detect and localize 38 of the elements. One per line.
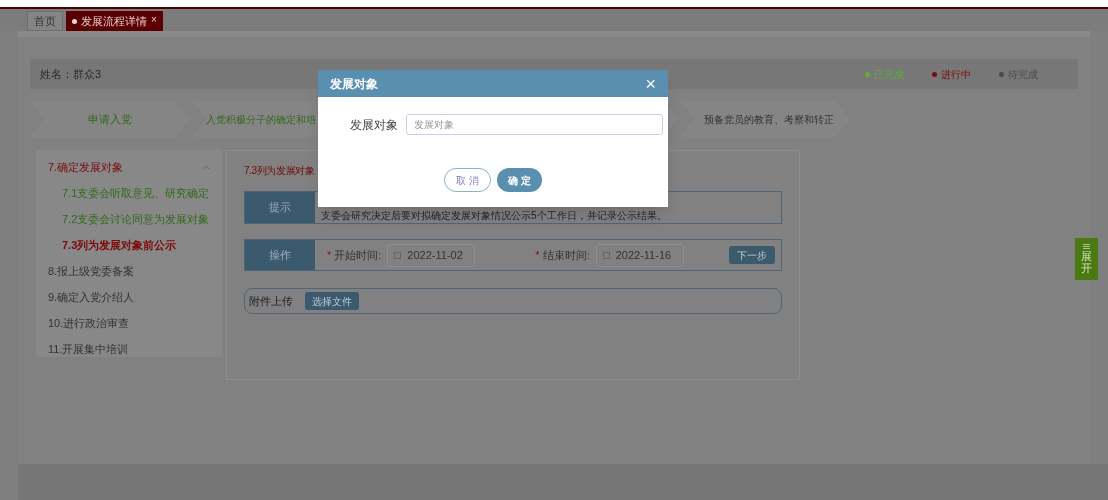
sidebar-item[interactable]: 8.报上级党委备案 [36, 258, 222, 284]
sidebar-item[interactable]: 11.开展集中培训 [36, 336, 222, 362]
confirm-button[interactable]: 确 定 [497, 168, 542, 192]
sidebar-item[interactable]: 9.确定入党介绍人 [36, 284, 222, 310]
dialog-title: 发展对象 [330, 75, 378, 93]
hint-label: 提示 [245, 192, 315, 223]
close-button[interactable]: × [645, 74, 656, 93]
required-mark: * [327, 247, 332, 263]
date-field[interactable]: 2022-11-16 [595, 243, 684, 267]
field-label: 开始时间: [334, 247, 382, 263]
field-label: 结束时间: [542, 247, 590, 263]
hint-text: 支委会研究决定后要对拟确定发展对象情况公示5个工作日，并记录公示结果。 [321, 209, 667, 223]
operation-label: 操作 [245, 240, 315, 270]
attachment-label: 附件上传 [249, 293, 293, 309]
page-tab[interactable]: 发展流程详情 × [66, 11, 163, 31]
legend-label: 进行中 [941, 67, 971, 82]
menu-icon [1083, 243, 1090, 249]
required-mark: * [535, 247, 540, 263]
process-step[interactable]: 预备党员的教育、考察和转正 [680, 101, 850, 137]
sidebar-item[interactable]: 7.3列为发展对象前公示 [36, 232, 222, 258]
sidebar-item[interactable]: 7.确定发展对象 [36, 154, 222, 180]
text-field[interactable]: 发展对象 [406, 114, 663, 135]
section-title: 7.3列为发展对象 [244, 164, 315, 178]
sidebar-item[interactable]: 10.进行政治审查 [36, 310, 222, 336]
close-icon[interactable]: × [151, 11, 157, 27]
person-name: 姓名：群众3 [40, 66, 102, 82]
calendar-icon [602, 251, 610, 259]
chevron-up-icon[interactable] [202, 164, 210, 170]
choose-file-button[interactable]: 选择文件 [305, 292, 359, 310]
expand-tab[interactable]: 展开 [1075, 238, 1098, 280]
sidebar-item[interactable]: 7.1支委会听取意见、研究确定 [36, 180, 222, 206]
page-tab[interactable]: 首页 [27, 11, 63, 31]
next-button[interactable]: 下一步 [729, 246, 775, 264]
calendar-icon [394, 251, 402, 259]
date-field[interactable]: 2022-11-02 [387, 243, 476, 267]
field-label: 发展对象 [350, 116, 398, 134]
sidebar-item[interactable]: 7.2支委会讨论同意为发展对象 [36, 206, 222, 232]
process-step[interactable]: 申请入党 [30, 101, 190, 137]
